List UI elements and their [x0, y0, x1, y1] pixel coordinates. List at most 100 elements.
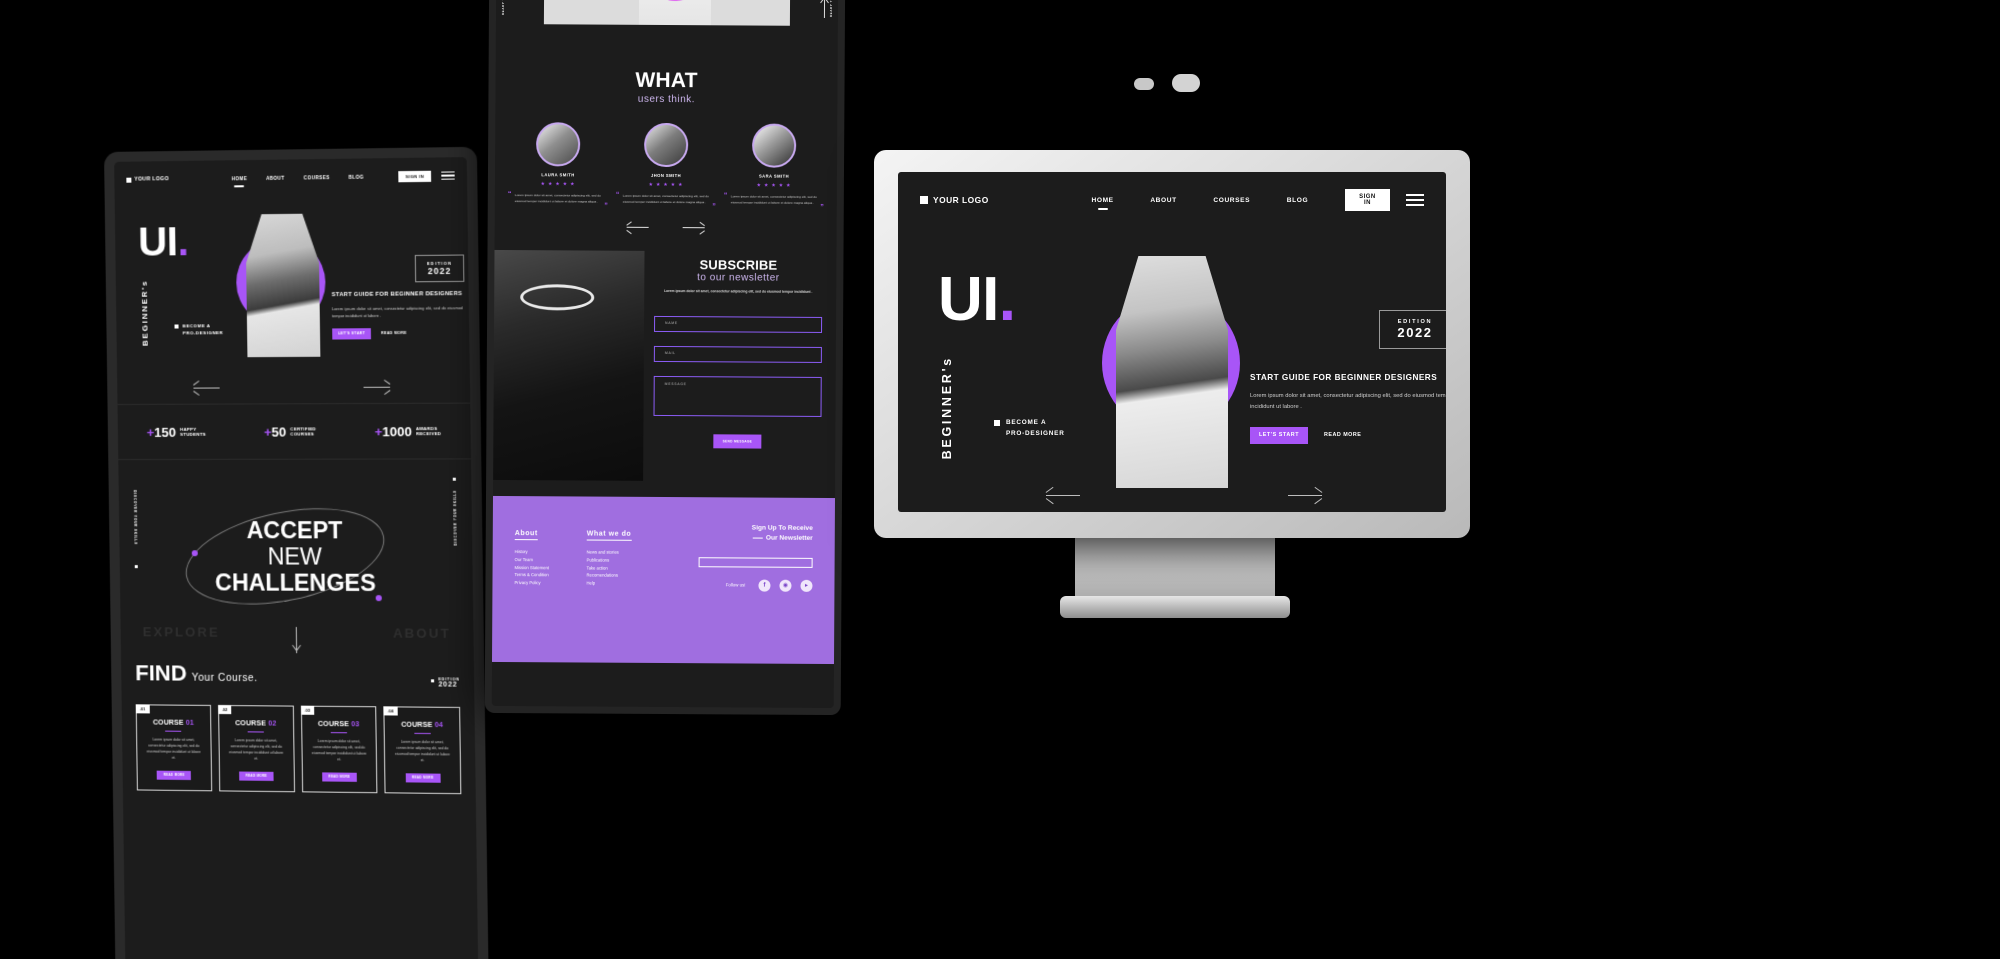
nav-link-courses[interactable]: COURSES [1213, 197, 1250, 204]
hero-title: UI. [938, 265, 1016, 334]
challenges-section: DISCOVER YOUR SKILLS DISCOVER YOUR SKILL… [118, 459, 474, 662]
course-card[interactable]: .02 COURSE 02 Lorem ipsum dolor sit amet… [217, 704, 295, 793]
hero-title: UI. [137, 220, 189, 265]
testimonial-prev-arrow-icon[interactable] [626, 221, 649, 234]
footer-column-about: About History Our Team Mission Statement… [514, 522, 586, 590]
course-read-more-button[interactable]: READ MORE [157, 770, 192, 780]
bullet-square-icon [452, 477, 456, 481]
nav-link-home[interactable]: HOME [232, 176, 248, 181]
subscribe-body: Lorem ipsum dolor sit amet, consectetur … [664, 289, 813, 295]
hero-side-title: START GUIDE FOR BEGINNER DESIGNERS [1250, 373, 1438, 382]
hero-next-arrow-icon[interactable] [363, 380, 391, 395]
course-card[interactable]: .01 COURSE 01 Lorem ipsum dolor sit amet… [135, 704, 212, 792]
hero-person-photo [245, 214, 320, 358]
testimonial-next-arrow-icon[interactable] [682, 221, 705, 235]
find-heading: FIND Your Course. [135, 660, 258, 686]
mockup-stage: YOUR LOGO HOME ABOUT COURSES BLOG SIGN I… [0, 0, 2000, 959]
hero-side-copy: START GUIDE FOR BEGINNER DESIGNERS Lorem… [1250, 372, 1446, 444]
instagram-icon[interactable]: ◉ [779, 579, 792, 592]
footer-link[interactable]: Our Team [515, 556, 587, 564]
avatar [536, 122, 581, 167]
bullet-square-icon [994, 420, 1000, 426]
monitor-screen: YOUR LOGO HOME ABOUT COURSES BLOG SIGN I… [898, 172, 1446, 512]
rating-stars: ★ ★ ★ ★ ★ [648, 181, 684, 189]
hero-person-photo [1116, 256, 1228, 488]
course-read-more-button[interactable]: READ MORE [239, 771, 274, 781]
hero-prev-arrow-icon[interactable] [1045, 486, 1080, 505]
quote-open-icon: “ [723, 192, 728, 200]
about-link[interactable]: ABOUT [393, 625, 451, 640]
signin-button[interactable]: SIGN IN [1344, 189, 1390, 211]
stat-item: +50 CERTIFIED COURSES [263, 423, 317, 440]
video-vertical-label-left: READY TO GET STARTED [501, 0, 505, 15]
hamburger-menu-icon[interactable] [1406, 194, 1424, 206]
testimonials-section: WHAT users think. LAURA SMITH ★ ★ ★ ★ ★ … [495, 68, 838, 235]
hero-side-body: Lorem ipsum dolor sit amet, consectetur … [331, 304, 463, 319]
nav-link-home[interactable]: HOME [1092, 197, 1114, 204]
tagline-line-2: PRO-DESIGNER [182, 330, 224, 336]
tablet-device: READY TO GET STARTED READY TO GET STARTE… [484, 0, 846, 716]
desk-object [1134, 78, 1154, 90]
bullet-square-icon [430, 678, 435, 683]
video-section: READY TO GET STARTED READY TO GET STARTE… [496, 0, 839, 70]
laptop-screen: YOUR LOGO HOME ABOUT COURSES BLOG SIGN I… [114, 157, 479, 959]
nav-link-blog[interactable]: BLOG [1287, 197, 1308, 204]
mail-input[interactable]: MAIL [653, 346, 822, 364]
subscribe-heading: SUBSCRIBE to our newsletter Lorem ipsum … [654, 257, 822, 295]
course-card[interactable]: .04 COURSE 04 Lorem ipsum dolor sit amet… [383, 706, 462, 794]
stat-item: +1000 AWARDS RECEIVED [374, 423, 442, 439]
footer-link[interactable]: Privacy Policy [514, 579, 586, 587]
tablet-screen: READY TO GET STARTED READY TO GET STARTE… [491, 0, 839, 709]
scroll-down-arrow-icon[interactable] [292, 626, 301, 654]
hero-side-title: START GUIDE FOR BEGINNER DESIGNERS [331, 291, 463, 299]
course-card[interactable]: .03 COURSE 03 Lorem ipsum dolor sit amet… [300, 705, 378, 794]
video-thumbnail[interactable]: START NOW [543, 0, 791, 26]
course-read-more-button[interactable]: READ MORE [322, 772, 357, 782]
send-message-button[interactable]: SEND MESSAGE [713, 434, 762, 449]
bullet-square-icon [174, 324, 179, 329]
quote-open-icon: “ [615, 191, 620, 199]
footer-link[interactable]: Help [586, 580, 674, 588]
explore-link[interactable]: EXPLORE [143, 624, 220, 639]
challenges-heading: ACCEPT NEW CHALLENGES [214, 517, 376, 596]
nav-link-courses[interactable]: COURSES [304, 175, 330, 180]
find-courses-section: FIND Your Course. EDITION 2022 .01 COURS… [121, 660, 476, 794]
nav-link-blog[interactable]: BLOG [349, 174, 364, 179]
youtube-icon[interactable]: ▸ [800, 579, 813, 592]
hero-tagline: BECOME A PRO-DESIGNER [174, 322, 223, 337]
logo[interactable]: YOUR LOGO [920, 195, 1055, 205]
footer-column-whatwedo: What we do News and stories Publications… [586, 523, 674, 591]
hero-tagline: BECOME A PRO-DESIGNER [994, 418, 1065, 440]
logo[interactable]: YOUR LOGO [126, 176, 212, 183]
subscribe-section: SUBSCRIBE to our newsletter Lorem ipsum … [493, 250, 836, 482]
hero-vertical-label: BEGINNER's [940, 356, 954, 460]
quote-open-icon: “ [507, 191, 512, 199]
hero-next-arrow-icon[interactable] [1288, 486, 1323, 505]
lets-start-button[interactable]: LET'S START [1250, 426, 1308, 444]
lets-start-button[interactable]: LET'S START [332, 328, 372, 340]
scroll-up-arrow-icon[interactable] [820, 0, 829, 18]
nav-link-about[interactable]: ABOUT [1150, 197, 1176, 204]
footer-socials: Follow us! f ◉ ▸ [674, 579, 813, 592]
read-more-link[interactable]: READ MORE [1324, 432, 1361, 438]
laptop-hero: UI. BEGINNER's BECOME A PRO-DESIGNER EDI… [115, 194, 470, 396]
read-more-link[interactable]: READ MORE [381, 331, 406, 335]
testimonial-card: LAURA SMITH ★ ★ ★ ★ ★ “ Lorem ipsum dolo… [507, 122, 608, 210]
monitor-navbar: YOUR LOGO HOME ABOUT COURSES BLOG SIGN I… [898, 172, 1446, 228]
avatar [752, 123, 797, 168]
message-input[interactable]: MESSAGE [653, 376, 822, 418]
quote-close-icon: ” [820, 204, 824, 212]
newsletter-email-input[interactable] [698, 557, 813, 568]
divider [247, 731, 264, 733]
course-read-more-button[interactable]: READ MORE [405, 773, 441, 783]
nav-link-about[interactable]: ABOUT [266, 175, 285, 180]
signin-button[interactable]: SIGN IN [398, 170, 432, 182]
facebook-icon[interactable]: f [758, 579, 771, 592]
hero-prev-arrow-icon[interactable] [193, 380, 220, 396]
stats-bar: ++150150 HAPPYSTUDENTS +50 CERTIFIEDCOUR… [117, 402, 472, 461]
hamburger-menu-icon[interactable] [441, 171, 455, 180]
desk-object [1172, 74, 1200, 92]
monitor-stand-base [1060, 596, 1290, 618]
name-input[interactable]: NAME [654, 316, 823, 334]
laptop-device: YOUR LOGO HOME ABOUT COURSES BLOG SIGN I… [104, 146, 489, 959]
